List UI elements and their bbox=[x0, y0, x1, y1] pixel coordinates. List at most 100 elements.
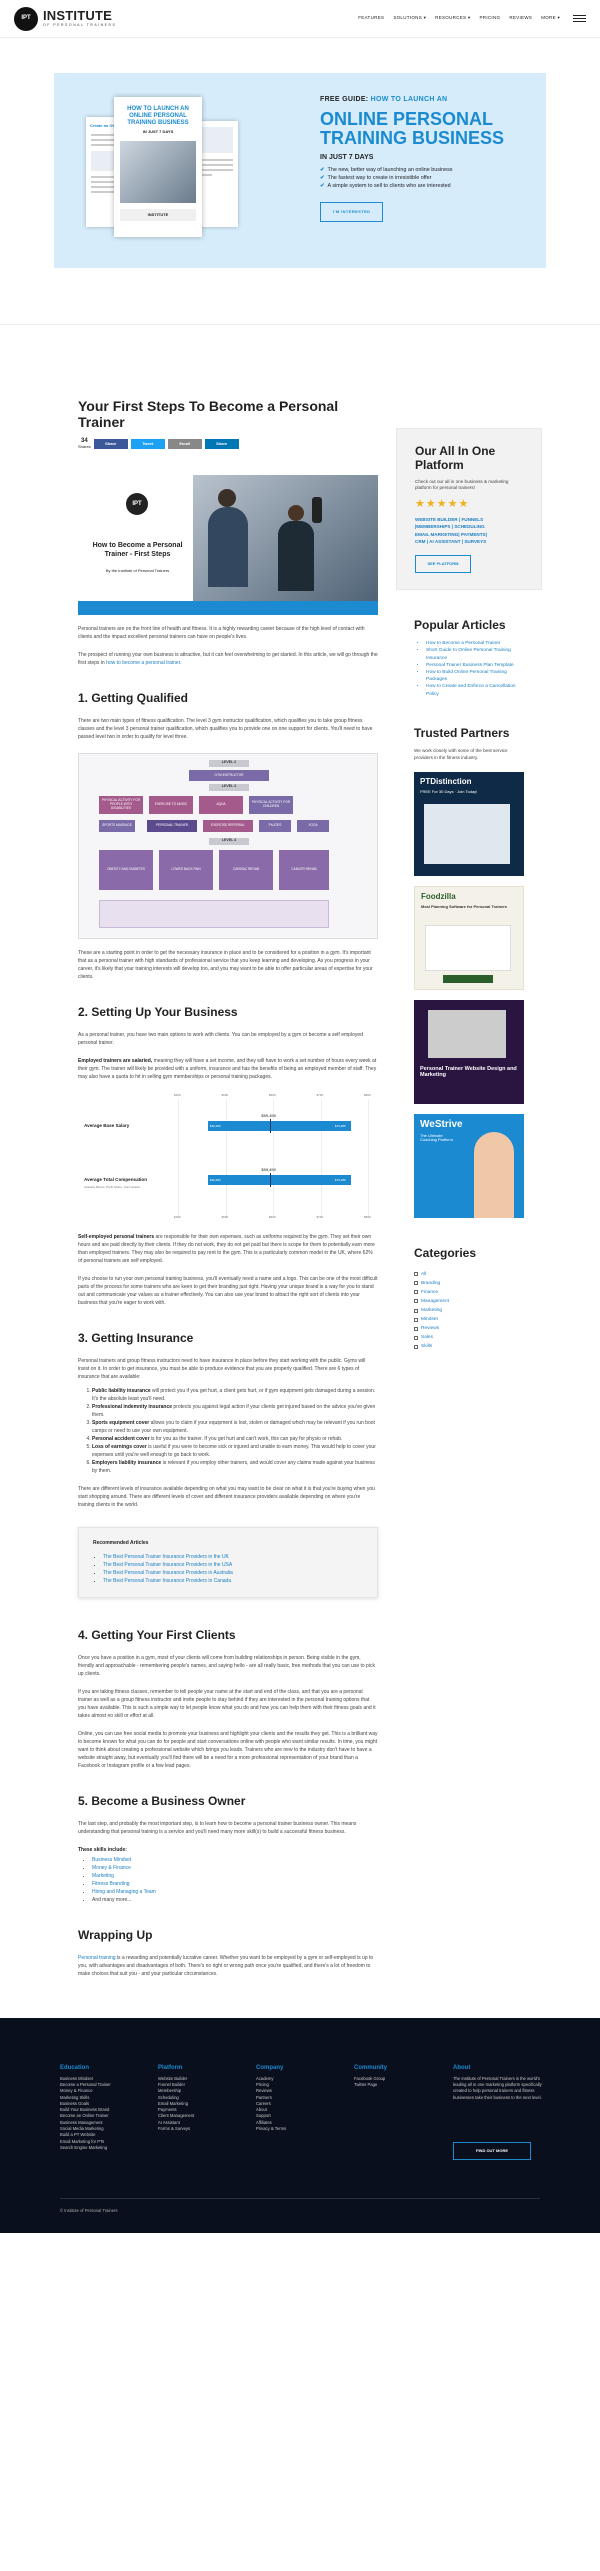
category-item[interactable]: Marketing bbox=[414, 1306, 524, 1315]
nav-pricing[interactable]: PRICING bbox=[479, 15, 500, 22]
category-item[interactable]: Management bbox=[414, 1297, 524, 1306]
list-item: Professional indemnity insurance protect… bbox=[92, 1403, 378, 1419]
range-high-label: $76,385 bbox=[334, 1124, 346, 1129]
twitter-share-button[interactable]: Tweet bbox=[130, 438, 165, 449]
diagram-box: GYM INSTRUCTOR bbox=[189, 770, 269, 782]
category-item[interactable]: Sales bbox=[414, 1333, 524, 1342]
logo[interactable]: IPT INSTITUTE OF PERSONAL TRAINERS bbox=[14, 6, 116, 31]
diagram-box: EXERCISE REFERRAL bbox=[203, 820, 253, 833]
category-item[interactable]: Finance bbox=[414, 1288, 524, 1297]
skill-link[interactable]: Business Mindset bbox=[92, 1857, 131, 1863]
paragraph: There are two main types of fitness qual… bbox=[78, 718, 373, 741]
checkbox-icon bbox=[414, 1335, 418, 1340]
feature-image: IPT How to Become a Personal Trainer - F… bbox=[78, 475, 378, 616]
paragraph: Personal trainers and group fitness inst… bbox=[78, 1358, 366, 1381]
platform-features: WEBSITE BUILDER | FUNNELS |MEMBERSHIPS |… bbox=[415, 516, 487, 544]
sidebar: Our All In One Platform Check out our al… bbox=[396, 362, 542, 1978]
hero-section: Create an Offer HOW TO LAUNCH AN ONLINE … bbox=[0, 38, 600, 324]
inline-link[interactable]: Personal training bbox=[78, 1955, 116, 1961]
recommended-link[interactable]: The Best Personal Trainer Insurance Prov… bbox=[103, 1578, 231, 1584]
skill-link[interactable]: Hiring and Managing a Team bbox=[92, 1889, 156, 1895]
data-label: $59,459 bbox=[261, 1167, 276, 1173]
insurance-list: Public liability insurance will protect … bbox=[92, 1387, 378, 1475]
footer-about-text: The Institute of Personal Trainers is th… bbox=[453, 2075, 542, 2100]
paragraph: There are different levels of insurance … bbox=[78, 1486, 375, 1509]
recommended-articles: Recommended Articles The Best Personal T… bbox=[78, 1527, 378, 1598]
inline-link[interactable]: how to become a personal trainer bbox=[106, 660, 180, 666]
qualification-diagram: LEVEL 2 GYM INSTRUCTOR LEVEL 3 PHYSICAL … bbox=[78, 753, 378, 940]
paragraph: The last step, and probably the most imp… bbox=[78, 1820, 357, 1835]
check-icon: ✔ bbox=[320, 166, 325, 173]
partner-ad-foodzilla[interactable]: Foodzilla Meal Planning Software for Per… bbox=[414, 885, 524, 990]
footer-link[interactable]: Client Management bbox=[158, 2113, 194, 2119]
skill-link[interactable]: Marketing bbox=[92, 1873, 114, 1879]
category-item[interactable]: Mindset bbox=[414, 1315, 524, 1324]
nav-features[interactable]: FEATURES bbox=[358, 15, 384, 22]
grid-line bbox=[368, 1099, 369, 1218]
diagram-box: LOWER BACK PAIN bbox=[159, 850, 213, 891]
partner-ad-website-design[interactable]: Personal Trainer Website Design and Mark… bbox=[414, 999, 524, 1104]
paragraph: Self-employed personal trainers are resp… bbox=[78, 1234, 375, 1265]
nav-solutions[interactable]: SOLUTIONS ▾ bbox=[393, 15, 426, 22]
tick-label: $80K bbox=[364, 1093, 372, 1098]
footer-col-education: Education Business Mindset Become a Pers… bbox=[60, 2064, 111, 2151]
checkbox-icon bbox=[414, 1281, 418, 1286]
footer-link[interactable]: Twitter Page bbox=[354, 2082, 387, 2088]
hero-cta-button[interactable]: I'M INTERESTED bbox=[320, 201, 384, 222]
recommended-title: Recommended Articles bbox=[93, 1540, 149, 1547]
facebook-share-button[interactable]: Share bbox=[93, 438, 128, 449]
categories-title: Categories bbox=[414, 1245, 477, 1260]
footer-link[interactable]: Email Marketing for PTs bbox=[60, 2139, 111, 2145]
tick-label: $50K bbox=[221, 1215, 229, 1220]
footer-divider bbox=[60, 2197, 540, 2199]
level-head: LEVEL 3 bbox=[209, 784, 249, 792]
data-label: $59,459 bbox=[261, 1113, 276, 1119]
nav-reviews[interactable]: REVIEWS bbox=[509, 15, 532, 22]
category-subtitle: Includes Bonus, Profit Share, Commission bbox=[84, 1185, 141, 1190]
check-item: ✔ A simple system to sell to clients who … bbox=[320, 182, 451, 189]
recommended-link[interactable]: The Best Personal Trainer Insurance Prov… bbox=[103, 1562, 232, 1568]
popular-link[interactable]: How to Create and Enforce a Cancellation… bbox=[426, 684, 516, 696]
footer-link[interactable]: Forms & Surveys bbox=[158, 2126, 194, 2132]
site-footer: Education Business Mindset Become a Pers… bbox=[0, 2017, 600, 2233]
popular-link[interactable]: Short Guide to Online Personal Training … bbox=[426, 648, 511, 660]
diagram-box: PHYSICAL ACTIVITY FOR PEOPLE WITH DISABI… bbox=[99, 796, 143, 815]
guide-mockup-image: Create an Offer HOW TO LAUNCH AN ONLINE … bbox=[86, 97, 241, 237]
feature-subtitle: By the Institute of Personal Trainers bbox=[105, 568, 170, 574]
menu-icon[interactable] bbox=[573, 14, 586, 23]
rating-stars-icon: ★★★★★ bbox=[415, 498, 470, 511]
recommended-link[interactable]: The Best Personal Trainer Insurance Prov… bbox=[103, 1570, 233, 1576]
recommended-link[interactable]: The Best Personal Trainer Insurance Prov… bbox=[103, 1554, 229, 1560]
hero-kicker: FREE GUIDE: HOW TO LAUNCH AN bbox=[320, 96, 448, 103]
category-item[interactable]: Reviews bbox=[414, 1324, 524, 1333]
nav-resources[interactable]: RESOURCES ▾ bbox=[435, 15, 470, 22]
category-item[interactable]: Branding bbox=[414, 1279, 524, 1288]
footer-cta-button[interactable]: FIND OUT MORE bbox=[453, 2141, 531, 2160]
list-item: Sports equipment cover allows you to cla… bbox=[92, 1419, 378, 1435]
checkbox-icon bbox=[414, 1290, 418, 1295]
footer-link[interactable]: Search Engine Marketing bbox=[60, 2145, 111, 2151]
category-item[interactable]: Skills bbox=[414, 1342, 524, 1351]
partner-ad-ptdistinction[interactable]: PTDistinction FREE For 30 Days · Join To… bbox=[414, 771, 524, 876]
diagram-box: AQUA bbox=[199, 796, 243, 815]
nav-more[interactable]: MORE ▾ bbox=[541, 15, 560, 22]
feature-bottom-bar bbox=[78, 601, 378, 616]
footer-link[interactable]: Privacy & Terms bbox=[256, 2126, 286, 2132]
diagram-box: EXERCISE TO MUSIC bbox=[149, 796, 193, 815]
category-item[interactable]: All bbox=[414, 1270, 524, 1279]
paragraph: Personal trainers are on the front line … bbox=[78, 626, 365, 641]
popular-link[interactable]: Personal Trainer Business Plan Template bbox=[426, 663, 514, 668]
see-platform-button[interactable]: SEE PLATFORM bbox=[415, 555, 471, 574]
partner-ad-westrive[interactable]: WeStrive The Ultimate Coaching Platform bbox=[414, 1113, 524, 1218]
range-low-label: $46,283 bbox=[209, 1178, 221, 1183]
paragraph: If you choose to run your own personal t… bbox=[78, 1276, 378, 1307]
skill-link[interactable]: Money & Finance bbox=[92, 1865, 131, 1871]
footer-link[interactable]: Become an Online Trainer bbox=[60, 2113, 111, 2119]
email-share-button[interactable]: Email bbox=[167, 438, 202, 449]
section-heading: 3. Getting Insurance bbox=[78, 1331, 194, 1346]
popular-link[interactable]: How to Build Online Personal Training Pa… bbox=[426, 670, 507, 682]
popular-link[interactable]: How to Become a Personal Trainer bbox=[426, 641, 500, 646]
linkedin-share-button[interactable]: Share bbox=[204, 438, 239, 449]
check-item: ✔ The new, better way of launching an onl… bbox=[320, 166, 453, 173]
skill-link[interactable]: Fitness Branding bbox=[92, 1881, 130, 1887]
